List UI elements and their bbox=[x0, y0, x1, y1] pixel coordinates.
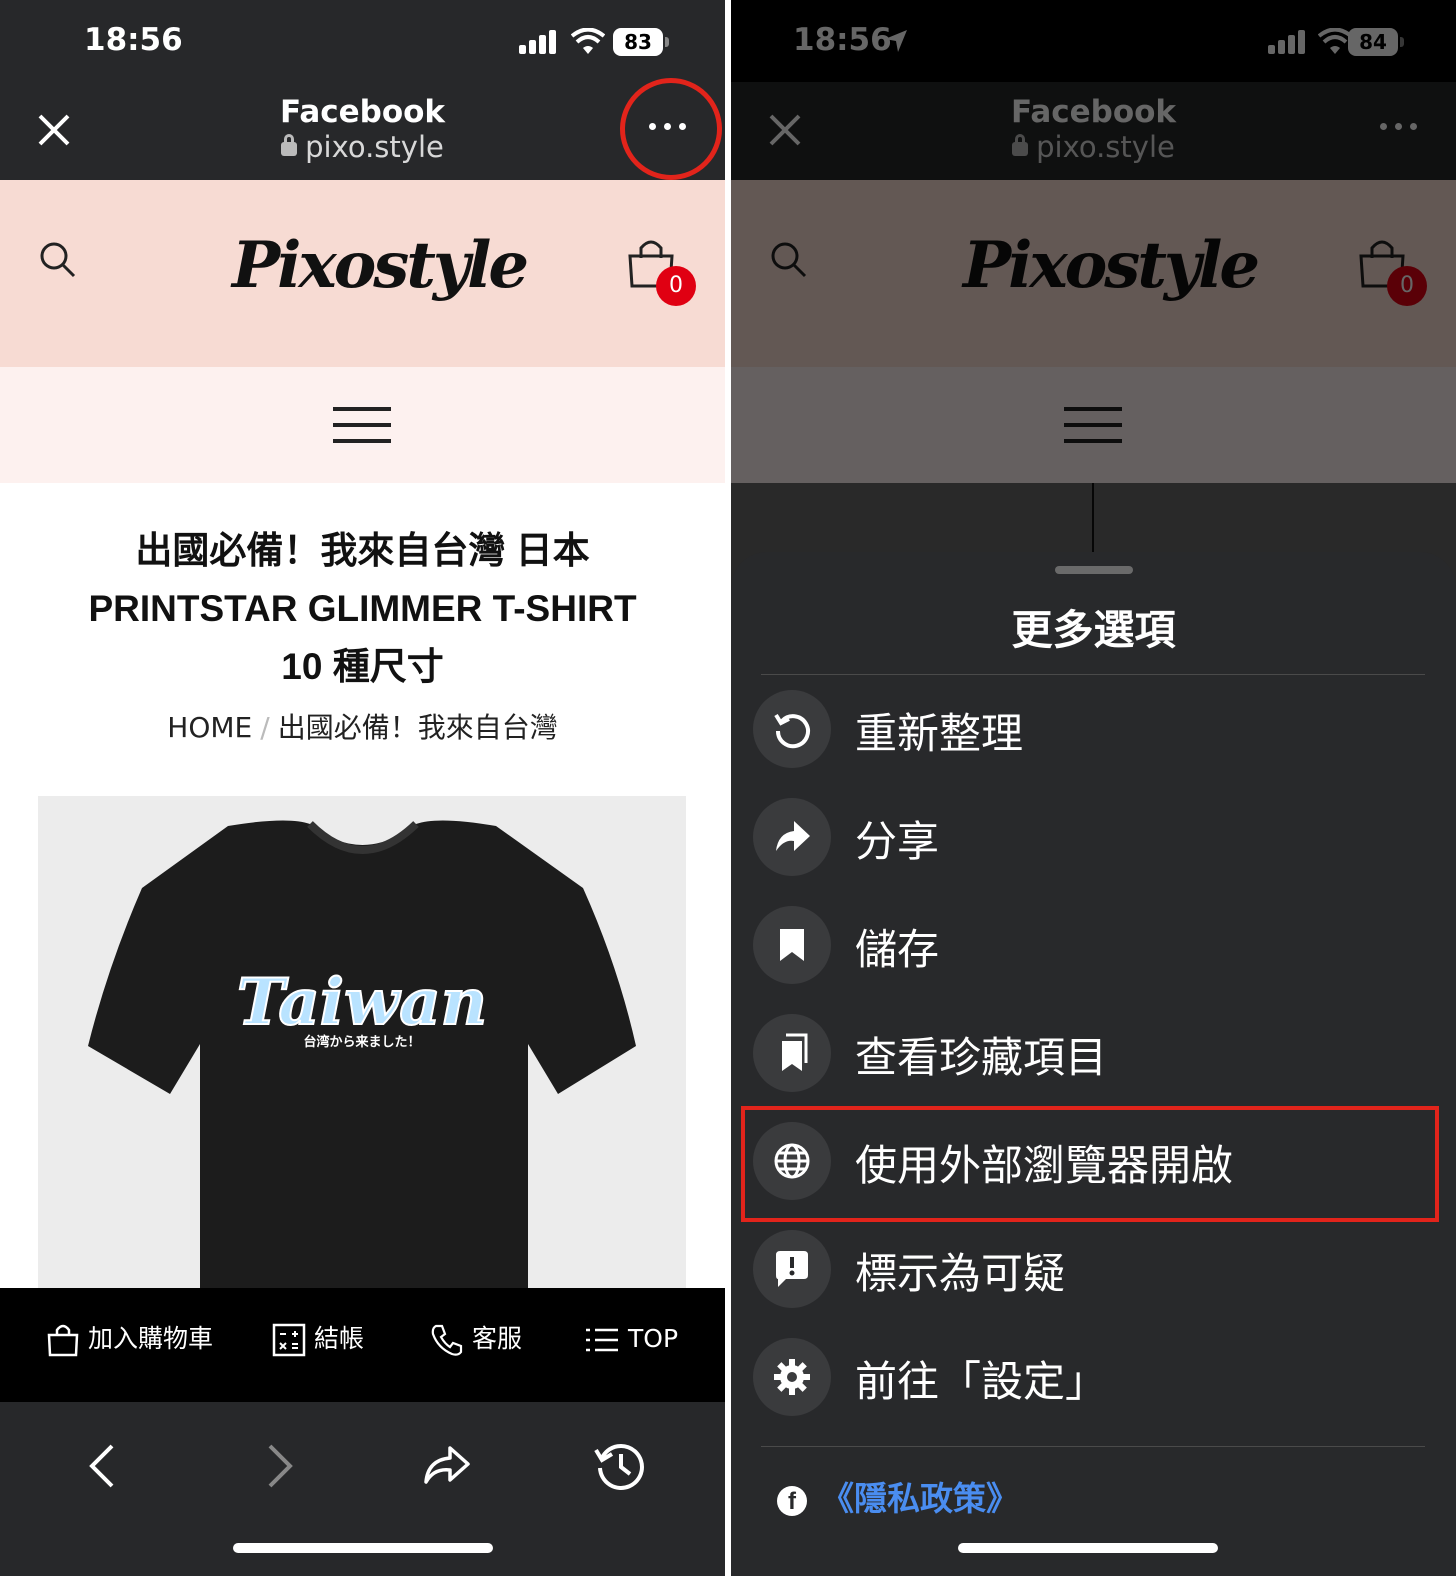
wifi-icon bbox=[1318, 28, 1352, 54]
left-screenshot: 18:56 83 Facebook pixo.style Pixostyle 0… bbox=[0, 0, 725, 1576]
product-image[interactable]: Taiwan 台湾から来ました！ bbox=[38, 796, 686, 1288]
lock-icon bbox=[1012, 134, 1029, 156]
cellular-signal-icon bbox=[519, 30, 557, 54]
refresh-icon bbox=[753, 690, 831, 768]
cellular-signal-icon bbox=[1268, 30, 1306, 54]
saved-items-icon bbox=[753, 1014, 831, 1092]
sheet-divider-top bbox=[761, 674, 1425, 675]
browser-header: Facebook pixo.style bbox=[731, 82, 1456, 180]
customer-service-button[interactable]: 客服 bbox=[430, 1314, 522, 1364]
option-report-suspicious[interactable]: 標示為可疑 bbox=[753, 1230, 1433, 1310]
product-title-line2: PRINTSTAR GLIMMER T-SHIRT bbox=[88, 588, 637, 629]
status-bar: 18:56 83 bbox=[0, 0, 725, 82]
highlight-box bbox=[741, 1106, 1439, 1222]
lock-icon bbox=[281, 134, 298, 156]
search-icon[interactable] bbox=[769, 240, 809, 280]
right-screenshot: 18:56 84 Facebook pixo.style Pixostyle 0… bbox=[731, 0, 1456, 1576]
browser-header: Facebook pixo.style bbox=[0, 82, 725, 180]
option-share[interactable]: 分享 bbox=[753, 798, 1433, 878]
breadcrumb-home[interactable]: HOME bbox=[167, 711, 252, 744]
shirt-print-text: Taiwan bbox=[237, 965, 487, 1040]
hamburger-menu-icon[interactable] bbox=[333, 407, 391, 443]
option-label: 前往「設定」 bbox=[855, 1357, 1108, 1406]
shirt-print-subtext: 台湾から来ました！ bbox=[303, 1034, 420, 1050]
browser-url: pixo.style bbox=[731, 130, 1456, 164]
option-label: 重新整理 bbox=[855, 709, 1024, 758]
option-label: 分享 bbox=[855, 817, 940, 866]
shop-footer-bar: 加入購物車 結帳 客服 TOP bbox=[0, 1288, 725, 1402]
search-icon[interactable] bbox=[38, 240, 78, 280]
battery-indicator: 84 bbox=[1348, 28, 1404, 56]
sheet-title: 更多選項 bbox=[1011, 606, 1176, 654]
option-go-to-settings[interactable]: 前往「設定」 bbox=[753, 1338, 1433, 1418]
location-arrow-icon bbox=[885, 30, 907, 52]
home-indicator[interactable] bbox=[233, 1543, 493, 1553]
share-icon bbox=[753, 798, 831, 876]
browser-url: pixo.style bbox=[0, 130, 725, 164]
more-options-button[interactable] bbox=[1380, 116, 1418, 136]
battery-indicator: 83 bbox=[613, 28, 669, 56]
site-logo[interactable]: Pixostyle bbox=[963, 228, 1260, 318]
back-arrow-icon[interactable] bbox=[74, 1436, 134, 1496]
sheet-grabber[interactable] bbox=[1055, 566, 1133, 574]
browser-title: Facebook bbox=[1010, 94, 1177, 130]
list-icon bbox=[586, 1328, 618, 1352]
option-view-saved[interactable]: 查看珍藏項目 bbox=[753, 1014, 1433, 1094]
breadcrumb-separator: / bbox=[260, 711, 270, 744]
option-label: 儲存 bbox=[855, 925, 940, 974]
tshirt-image: Taiwan 台湾から来ました！ bbox=[88, 820, 636, 1288]
product-title: 出國必備！我來自台灣 日本 PRINTSTAR GLIMMER T-SHIRT … bbox=[40, 522, 685, 696]
share-icon[interactable] bbox=[416, 1436, 476, 1496]
privacy-policy-label: 《隱私政策》 bbox=[821, 1479, 1019, 1518]
checkout-label: 結帳 bbox=[314, 1324, 365, 1353]
option-label: 查看珍藏項目 bbox=[855, 1033, 1108, 1082]
add-to-cart-button[interactable]: 加入購物車 bbox=[46, 1314, 213, 1364]
forward-arrow-icon[interactable] bbox=[248, 1436, 308, 1496]
site-menu-bar bbox=[731, 367, 1456, 483]
checkout-button[interactable]: 結帳 bbox=[272, 1314, 364, 1364]
option-refresh[interactable]: 重新整理 bbox=[753, 690, 1433, 770]
status-bar: 18:56 84 bbox=[731, 0, 1456, 82]
option-save[interactable]: 儲存 bbox=[753, 906, 1433, 986]
shopping-bag-icon bbox=[47, 1324, 79, 1357]
more-options-sheet: 更多選項 重新整理 分享 儲存 查看珍藏項目 使用外部瀏覽器開啟 標示為可疑 前… bbox=[731, 552, 1456, 1576]
customer-service-label: 客服 bbox=[472, 1324, 523, 1353]
home-indicator[interactable] bbox=[958, 1543, 1218, 1553]
site-header: Pixostyle 0 bbox=[0, 180, 725, 367]
breadcrumb: HOME / 出國必備！我來自台灣 bbox=[0, 706, 725, 746]
phone-icon bbox=[431, 1324, 463, 1356]
calculator-icon bbox=[272, 1323, 306, 1357]
product-title-line3: 10 種尺寸 bbox=[281, 646, 444, 687]
status-time: 18:56 bbox=[793, 22, 892, 58]
back-to-top-label: TOP bbox=[628, 1324, 679, 1353]
add-to-cart-label: 加入購物車 bbox=[88, 1324, 214, 1353]
status-time: 18:56 bbox=[84, 22, 183, 58]
sheet-divider-bottom bbox=[761, 1446, 1425, 1447]
bookmark-icon bbox=[753, 906, 831, 984]
option-label: 標示為可疑 bbox=[855, 1249, 1066, 1298]
cart-count-badge: 0 bbox=[1387, 266, 1427, 306]
site-header: Pixostyle 0 bbox=[731, 180, 1456, 367]
cart-count-badge: 0 bbox=[656, 266, 696, 306]
highlight-circle bbox=[620, 78, 722, 180]
site-menu-bar bbox=[0, 367, 725, 483]
privacy-policy-link[interactable]: f 《隱私政策》 bbox=[777, 1472, 1019, 1520]
connector-line bbox=[1092, 483, 1094, 553]
browser-url-text: pixo.style bbox=[305, 130, 444, 164]
back-to-top-button[interactable]: TOP bbox=[584, 1314, 678, 1364]
browser-url-text: pixo.style bbox=[1036, 130, 1175, 164]
breadcrumb-current: 出國必備！我來自台灣 bbox=[277, 711, 558, 744]
history-icon[interactable] bbox=[590, 1436, 650, 1496]
report-icon bbox=[753, 1230, 831, 1308]
hamburger-menu-icon[interactable] bbox=[1064, 407, 1122, 443]
site-logo[interactable]: Pixostyle bbox=[232, 228, 529, 318]
browser-title: Facebook bbox=[279, 94, 446, 130]
facebook-icon: f bbox=[777, 1485, 807, 1516]
product-title-line1: 出國必備！我來自台灣 日本 bbox=[135, 530, 590, 571]
gear-icon bbox=[753, 1338, 831, 1416]
wifi-icon bbox=[571, 28, 605, 54]
